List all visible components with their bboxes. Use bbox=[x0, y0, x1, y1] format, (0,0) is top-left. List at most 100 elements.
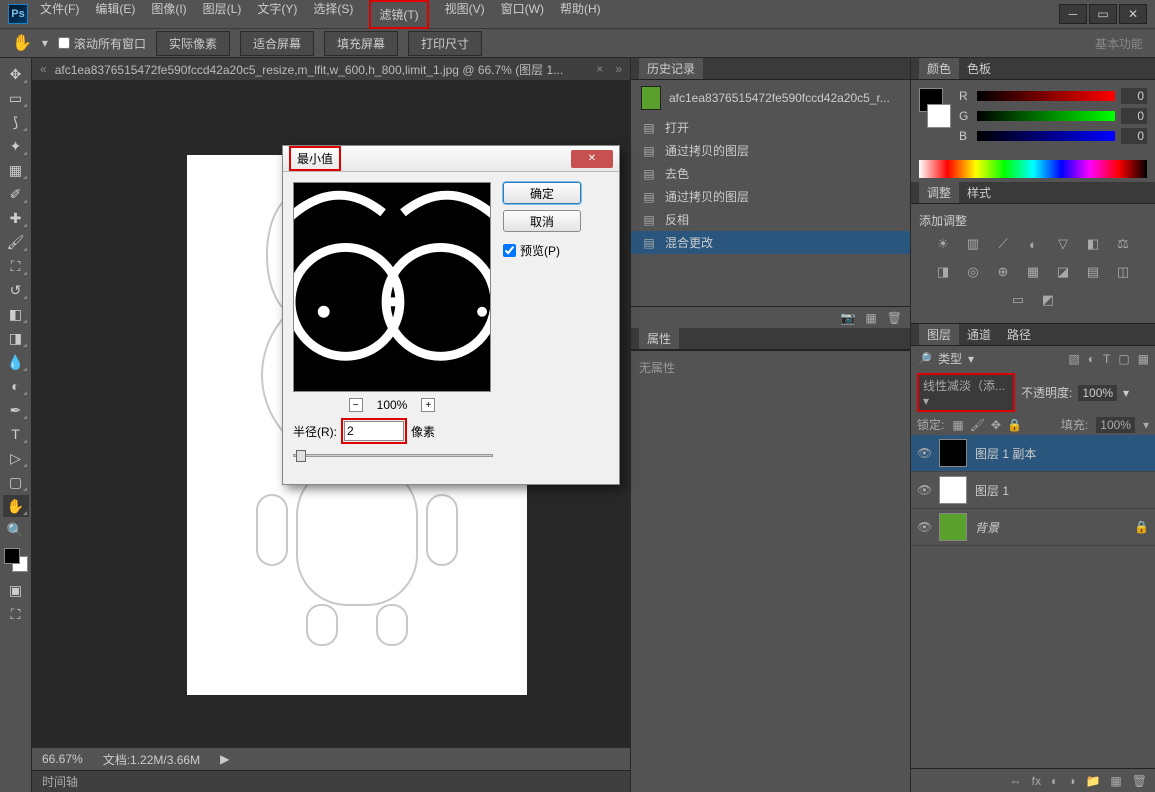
b-value[interactable]: 0 bbox=[1121, 128, 1147, 144]
zoom-in-button[interactable]: + bbox=[421, 398, 435, 412]
menu-select[interactable]: 选择(S) bbox=[313, 0, 353, 29]
new-layer-icon[interactable]: ▦ bbox=[1110, 774, 1121, 788]
bw-icon[interactable]: ◨ bbox=[933, 263, 953, 281]
channels-tab[interactable]: 通道 bbox=[959, 324, 999, 345]
history-item[interactable]: ▤反相 bbox=[631, 208, 910, 231]
slider-thumb[interactable] bbox=[296, 450, 306, 462]
adjustment-icon[interactable]: ◑ bbox=[1068, 774, 1075, 788]
blur-tool[interactable]: 💧 bbox=[3, 351, 29, 373]
g-slider[interactable] bbox=[977, 111, 1115, 121]
fill-screen-button[interactable]: 填充屏幕 bbox=[324, 31, 398, 56]
chevron-down-icon[interactable]: ▾ bbox=[1143, 418, 1149, 432]
eyedropper-tool[interactable]: ✐ bbox=[3, 183, 29, 205]
history-new-icon[interactable]: ▦ bbox=[865, 311, 876, 325]
panel-background-color[interactable] bbox=[927, 104, 951, 128]
lookup-icon[interactable]: ▦ bbox=[1023, 263, 1043, 281]
filter-smart-icon[interactable]: ▦ bbox=[1138, 352, 1149, 366]
actual-pixels-button[interactable]: 实际像素 bbox=[156, 31, 230, 56]
dialog-preview[interactable] bbox=[293, 182, 491, 392]
menu-edit[interactable]: 编辑(E) bbox=[95, 0, 135, 29]
r-value[interactable]: 0 bbox=[1121, 88, 1147, 104]
zoom-level[interactable]: 66.67% bbox=[42, 752, 83, 766]
filter-pixel-icon[interactable]: ▧ bbox=[1068, 352, 1079, 366]
screen-mode-icon[interactable]: ⛶ bbox=[3, 603, 29, 625]
delete-layer-icon[interactable]: 🗑 bbox=[1132, 774, 1147, 788]
mask-icon[interactable]: ◐ bbox=[1051, 774, 1058, 788]
radius-input[interactable] bbox=[344, 421, 404, 441]
g-value[interactable]: 0 bbox=[1121, 108, 1147, 124]
path-select-tool[interactable]: ▷ bbox=[3, 447, 29, 469]
menu-help[interactable]: 帮助(H) bbox=[560, 0, 601, 29]
menu-window[interactable]: 窗口(W) bbox=[501, 0, 544, 29]
dropdown-icon[interactable]: ▾ bbox=[42, 36, 48, 50]
spectrum-picker[interactable] bbox=[919, 160, 1147, 178]
history-document[interactable]: afc1ea8376515472fe590fccd42a20c5_r... bbox=[631, 80, 910, 116]
doc-info-arrow-icon[interactable]: ▶ bbox=[220, 752, 229, 766]
layer-thumbnail[interactable] bbox=[939, 513, 967, 541]
lock-position-icon[interactable]: ✥ bbox=[991, 418, 1001, 432]
scroll-all-input[interactable] bbox=[58, 37, 70, 49]
marquee-tool[interactable]: ▭ bbox=[3, 87, 29, 109]
visibility-icon[interactable]: 👁 bbox=[917, 446, 931, 460]
maximize-button[interactable]: ▭ bbox=[1089, 4, 1117, 24]
layer-item[interactable]: 👁 背景 🔒 bbox=[911, 509, 1155, 546]
layer-thumbnail[interactable] bbox=[939, 476, 967, 504]
pen-tool[interactable]: ✒ bbox=[3, 399, 29, 421]
visibility-icon[interactable]: 👁 bbox=[917, 483, 931, 497]
history-item[interactable]: ▤去色 bbox=[631, 162, 910, 185]
preview-checkbox[interactable]: 预览(P) bbox=[503, 242, 581, 259]
filter-dropdown-icon[interactable]: ▾ bbox=[968, 352, 974, 366]
color-panel-wells[interactable] bbox=[919, 88, 951, 128]
menu-file[interactable]: 文件(F) bbox=[40, 0, 79, 29]
crop-tool[interactable]: ▦ bbox=[3, 159, 29, 181]
document-close-icon[interactable]: × bbox=[596, 62, 603, 76]
color-wells[interactable] bbox=[4, 548, 28, 572]
stamp-tool[interactable]: ⛶ bbox=[3, 255, 29, 277]
fit-screen-button[interactable]: 适合屏幕 bbox=[240, 31, 314, 56]
adjustments-tab[interactable]: 调整 bbox=[919, 182, 959, 203]
lasso-tool[interactable]: ⟆ bbox=[3, 111, 29, 133]
layer-item[interactable]: 👁 图层 1 副本 bbox=[911, 435, 1155, 472]
filter-search-icon[interactable]: 🔎 bbox=[917, 352, 932, 366]
layers-tab[interactable]: 图层 bbox=[919, 324, 959, 345]
dialog-titlebar[interactable]: 最小值 ✕ bbox=[283, 146, 619, 172]
filter-shape-icon[interactable]: ▢ bbox=[1118, 352, 1129, 366]
menu-layer[interactable]: 图层(L) bbox=[203, 0, 242, 29]
threshold-icon[interactable]: ◫ bbox=[1113, 263, 1133, 281]
history-item[interactable]: ▤通过拷贝的图层 bbox=[631, 185, 910, 208]
visibility-icon[interactable]: 👁 bbox=[917, 520, 931, 534]
brush-tool[interactable]: 🖌 bbox=[3, 231, 29, 253]
history-item[interactable]: ▤混合更改 bbox=[631, 231, 910, 254]
lock-transparent-icon[interactable]: ▦ bbox=[952, 418, 963, 432]
brightness-icon[interactable]: ☀ bbox=[933, 235, 953, 253]
eraser-tool[interactable]: ◧ bbox=[3, 303, 29, 325]
hand-tool[interactable]: ✋ bbox=[3, 495, 29, 517]
r-slider[interactable] bbox=[977, 91, 1115, 101]
dodge-tool[interactable]: ◐ bbox=[3, 375, 29, 397]
lock-all-icon[interactable]: 🔒 bbox=[1007, 418, 1022, 432]
workspace-label[interactable]: 基本功能 bbox=[1095, 35, 1143, 52]
foreground-color[interactable] bbox=[4, 548, 20, 564]
curves-icon[interactable]: ⟋ bbox=[993, 235, 1013, 253]
menu-type[interactable]: 文字(Y) bbox=[257, 0, 297, 29]
opacity-value[interactable]: 100% bbox=[1078, 385, 1117, 401]
quick-mask-icon[interactable]: ▣ bbox=[3, 579, 29, 601]
radius-slider[interactable] bbox=[293, 454, 493, 457]
photo-filter-icon[interactable]: ◎ bbox=[963, 263, 983, 281]
tab-prev-icon[interactable]: « bbox=[40, 62, 47, 76]
layer-item[interactable]: 👁 图层 1 bbox=[911, 472, 1155, 509]
balance-icon[interactable]: ⚖ bbox=[1113, 235, 1133, 253]
ok-button[interactable]: 确定 bbox=[503, 182, 581, 204]
tab-next-icon[interactable]: » bbox=[615, 62, 622, 76]
menu-image[interactable]: 图像(I) bbox=[151, 0, 186, 29]
history-tab[interactable]: 历史记录 bbox=[639, 58, 703, 79]
fill-value[interactable]: 100% bbox=[1096, 417, 1135, 433]
history-item[interactable]: ▤打开 bbox=[631, 116, 910, 139]
invert-icon[interactable]: ◪ bbox=[1053, 263, 1073, 281]
magic-wand-tool[interactable]: ✦ bbox=[3, 135, 29, 157]
zoom-out-button[interactable]: − bbox=[349, 398, 363, 412]
vibrance-icon[interactable]: ▽ bbox=[1053, 235, 1073, 253]
posterize-icon[interactable]: ▤ bbox=[1083, 263, 1103, 281]
healing-tool[interactable]: ✚ bbox=[3, 207, 29, 229]
color-tab[interactable]: 颜色 bbox=[919, 58, 959, 79]
